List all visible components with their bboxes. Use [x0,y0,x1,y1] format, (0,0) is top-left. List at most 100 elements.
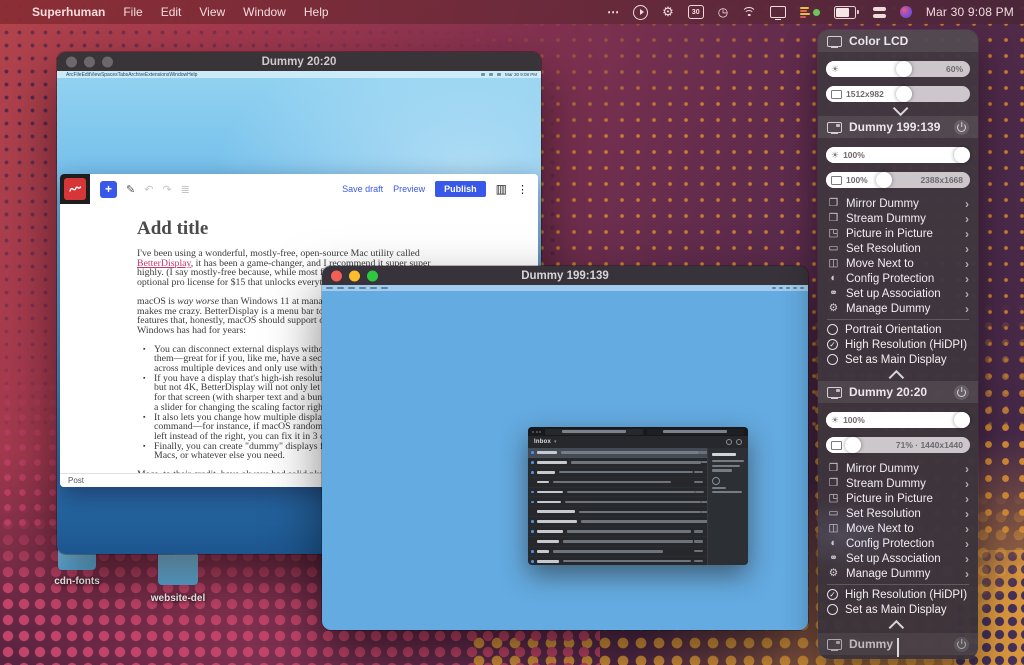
display-icon[interactable] [770,6,786,18]
breadcrumb[interactable]: Post [68,476,84,485]
save-draft-button[interactable]: Save draft [342,184,383,194]
undo-icon[interactable] [144,183,153,196]
power-button[interactable] [954,385,969,400]
menu-item[interactable]: ◐ Config Protection › [818,536,978,551]
email-tab-active[interactable] [545,429,643,435]
collapse-control[interactable] [818,369,978,381]
menu-item[interactable]: ⚭ Set up Association › [818,286,978,301]
slider-knob[interactable] [896,86,912,102]
menu-item[interactable]: ▭ Set Resolution › [818,241,978,256]
email-row[interactable] [528,478,707,488]
app-menu-superhuman[interactable]: Superhuman [32,5,105,19]
menu-item[interactable]: ⚙ Manage Dummy › [818,566,978,581]
resolution-slider-dummy-2020[interactable]: 71% · 1440x1440 [826,437,970,453]
email-list[interactable] [528,448,707,565]
slider-knob[interactable] [896,61,912,77]
email-row[interactable] [528,458,707,468]
collapse-control[interactable] [818,619,978,631]
preview-button[interactable]: Preview [393,184,425,194]
menu-bar-clock[interactable]: Mar 30 9:08 PM [926,5,1014,19]
menu-item[interactable]: ◫ Move Next to › [818,256,978,271]
email-row[interactable] [528,537,707,547]
traffic-lights[interactable] [331,270,378,281]
betterdisplay-link[interactable]: BetterDisplay [137,259,191,269]
email-row[interactable] [528,517,707,527]
slider-knob[interactable] [845,437,861,453]
collapse-control[interactable] [818,104,978,116]
window-dummy-199-139[interactable]: Dummy 199:139 Inbox ▾ [322,266,808,630]
edit-mode-icon[interactable] [126,183,135,196]
menu-item[interactable]: ❐ Mirror Dummy › [818,461,978,476]
more-options-icon[interactable] [517,183,528,196]
email-row[interactable] [528,547,707,557]
redo-icon[interactable] [162,183,171,196]
menu-item[interactable]: ❒ Stream Dummy › [818,476,978,491]
publish-button[interactable]: Publish [435,181,486,197]
close-button[interactable] [331,270,342,281]
color-profile-icon[interactable] [900,6,912,18]
email-row[interactable] [528,468,707,478]
menu-item[interactable]: File [123,5,142,19]
option-toggle[interactable]: ✓ High Resolution (HiDPI) [818,587,978,602]
menu-item[interactable]: View [199,5,225,19]
titlebar[interactable]: Dummy 199:139 [322,266,808,285]
email-row[interactable] [528,557,707,565]
option-toggle[interactable]: ✓ Set as Main Display [818,352,978,367]
option-toggle[interactable]: ✓ Portrait Orientation [818,322,978,337]
menu-item[interactable]: ⚭ Set up Association › [818,551,978,566]
email-row[interactable] [528,497,707,507]
scroll-more-control[interactable] [897,638,899,656]
slider-knob[interactable] [954,147,970,163]
email-row[interactable] [528,527,707,537]
battery-icon[interactable] [834,4,859,20]
more-status-icon[interactable] [607,4,619,20]
menu-item[interactable]: ◳ Picture in Picture › [818,226,978,241]
minimize-button[interactable] [349,270,360,281]
email-row[interactable] [528,488,707,498]
menu-item[interactable]: Edit [161,5,182,19]
stats-icon[interactable] [800,4,820,20]
document-outline-icon[interactable] [181,183,190,196]
menu-item[interactable]: Window [243,5,286,19]
add-block-button[interactable] [100,181,117,198]
slider-knob[interactable] [876,172,892,188]
power-button[interactable] [954,637,969,652]
menu-item[interactable]: ◐ Config Protection › [818,271,978,286]
menu-item[interactable]: ⚙ Manage Dummy › [818,301,978,316]
power-button[interactable] [954,120,969,135]
wifi-icon[interactable] [742,7,756,18]
session-clock-icon[interactable] [718,4,728,20]
play-circle-icon[interactable] [633,5,648,20]
email-client-window[interactable]: Inbox ▾ [528,427,748,565]
site-logo-icon[interactable] [64,178,86,200]
brightness-slider-dummy-199[interactable]: 100% [826,147,970,163]
gear-icon[interactable] [662,4,674,20]
menu-item[interactable]: ◫ Move Next to › [818,521,978,536]
email-tab-inactive[interactable] [647,429,745,435]
stack-icon[interactable] [873,7,886,18]
settings-panel-icon[interactable] [496,182,507,196]
menu-item[interactable]: ◳ Picture in Picture › [818,491,978,506]
resolution-slider-dummy-199[interactable]: 100% 2388x1668 [826,172,970,188]
inbox-label[interactable]: Inbox [534,439,551,445]
menu-item[interactable]: ❐ Mirror Dummy › [818,196,978,211]
slider-knob[interactable] [954,412,970,428]
traffic-lights[interactable] [66,56,113,67]
brightness-slider-dummy-2020[interactable]: 100% [826,412,970,428]
menu-item[interactable]: ❒ Stream Dummy › [818,211,978,226]
email-row[interactable] [528,507,707,517]
calendar-icon[interactable]: 30 [688,5,704,19]
menu-item[interactable]: ▭ Set Resolution › [818,506,978,521]
option-toggle[interactable]: ✓ High Resolution (HiDPI) [818,337,978,352]
brightness-slider-color-lcd[interactable]: 60% [826,61,970,77]
resolution-slider-color-lcd[interactable]: 1512x982 [826,86,970,102]
folder-icon[interactable] [158,553,198,585]
option-toggle[interactable]: ✓ Set as Main Display [818,602,978,617]
site-logo-well[interactable] [60,174,90,204]
search-icon[interactable] [736,439,742,445]
post-title-placeholder[interactable]: Add title [137,218,513,240]
zoom-button[interactable] [367,270,378,281]
titlebar[interactable]: Dummy 20:20 [57,52,541,71]
compose-icon[interactable] [726,439,732,445]
menu-item[interactable]: Help [304,5,329,19]
